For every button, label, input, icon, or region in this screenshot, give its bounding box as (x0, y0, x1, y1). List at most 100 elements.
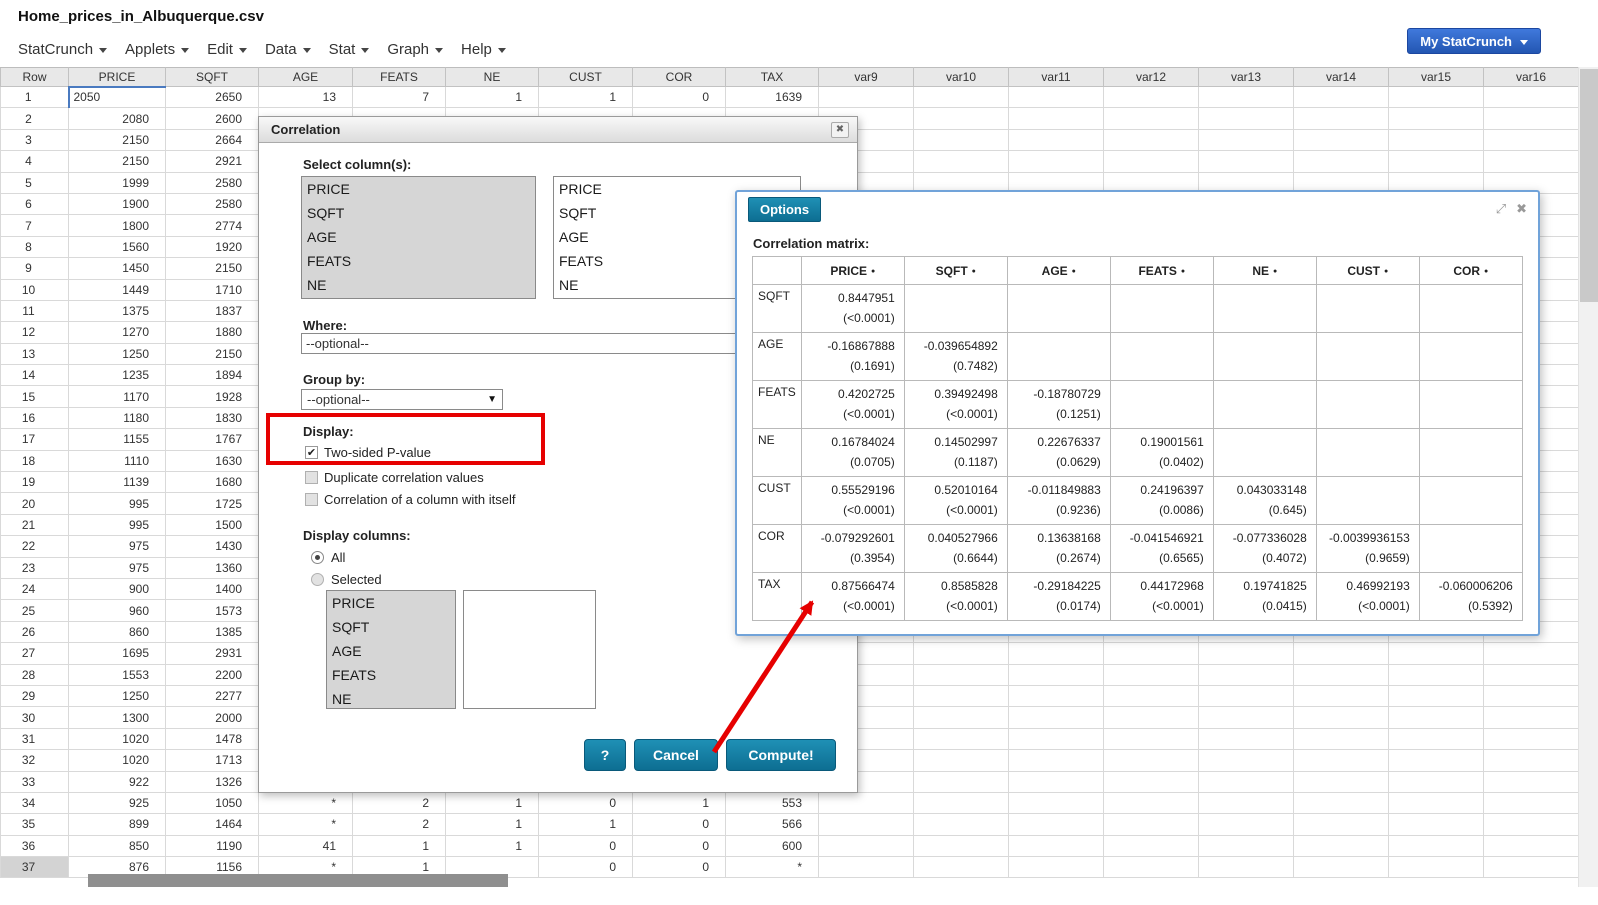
display-option[interactable]: ✔Two-sided P-value (305, 444, 431, 460)
sheet-cell[interactable] (1009, 857, 1104, 878)
column-header-row[interactable]: Row (1, 68, 69, 87)
sheet-cell[interactable] (1104, 707, 1199, 728)
sheet-cell[interactable] (1389, 792, 1484, 813)
sheet-cell[interactable]: 1 (446, 792, 539, 813)
sheet-cell[interactable] (1104, 814, 1199, 835)
checkbox-unchecked-icon[interactable] (305, 493, 318, 506)
sheet-cell[interactable]: 1270 (69, 322, 166, 343)
sheet-cell[interactable] (1009, 87, 1104, 108)
sheet-cell[interactable] (914, 108, 1009, 129)
column-header-var13[interactable]: var13 (1199, 68, 1294, 87)
sheet-cell[interactable]: 1 (353, 835, 446, 856)
sheet-cell[interactable]: 2150 (69, 151, 166, 172)
sheet-cell[interactable] (1009, 707, 1104, 728)
sheet-cell[interactable] (819, 87, 914, 108)
sheet-cell[interactable]: 1920 (166, 236, 259, 257)
sheet-cell[interactable] (1389, 814, 1484, 835)
row-number[interactable]: 27 (1, 643, 69, 664)
display-columns-radio-all[interactable]: All (311, 550, 345, 565)
sheet-cell[interactable]: 553 (726, 792, 819, 813)
row-number[interactable]: 16 (1, 407, 69, 428)
sheet-cell[interactable]: 1553 (69, 664, 166, 685)
sheet-cell[interactable] (1009, 728, 1104, 749)
sheet-cell[interactable] (1009, 792, 1104, 813)
sheet-cell[interactable]: 860 (69, 621, 166, 642)
sheet-cell[interactable] (1199, 129, 1294, 150)
sheet-cell[interactable]: 2200 (166, 664, 259, 685)
my-statcrunch-button[interactable]: My StatCrunch (1407, 28, 1541, 54)
sheet-cell[interactable]: 1894 (166, 365, 259, 386)
list-item-feats[interactable]: FEATS (302, 249, 535, 273)
sheet-cell[interactable] (1199, 643, 1294, 664)
sheet-cell[interactable] (914, 728, 1009, 749)
help-button[interactable]: ? (584, 739, 626, 771)
row-number[interactable]: 26 (1, 621, 69, 642)
group-by-select[interactable]: --optional-- ▼ (301, 389, 503, 410)
sheet-cell[interactable]: 566 (726, 814, 819, 835)
sheet-cell[interactable]: 2921 (166, 151, 259, 172)
list-item-ne[interactable]: NE (302, 273, 535, 297)
sheet-cell[interactable]: 1400 (166, 578, 259, 599)
sheet-cell[interactable] (1104, 750, 1199, 771)
row-number[interactable]: 35 (1, 814, 69, 835)
display-columns-listbox[interactable]: PRICESQFTAGEFEATSNE (326, 590, 456, 709)
sheet-cell[interactable]: 600 (726, 835, 819, 856)
sheet-cell[interactable] (1104, 728, 1199, 749)
sheet-cell[interactable]: 2 (353, 792, 446, 813)
sheet-cell[interactable]: 1725 (166, 493, 259, 514)
sheet-cell[interactable]: 1639 (726, 87, 819, 108)
sheet-cell[interactable]: 975 (69, 536, 166, 557)
sheet-cell[interactable] (1199, 857, 1294, 878)
sheet-cell[interactable]: 1478 (166, 728, 259, 749)
sheet-cell[interactable]: 7 (353, 87, 446, 108)
sheet-cell[interactable]: 0 (633, 87, 726, 108)
sheet-cell[interactable] (1484, 664, 1579, 685)
sheet-cell[interactable] (1389, 728, 1484, 749)
column-header-ne[interactable]: NE (446, 68, 539, 87)
sheet-cell[interactable] (1294, 151, 1389, 172)
sheet-cell[interactable]: 2600 (166, 108, 259, 129)
sheet-cell[interactable] (1104, 151, 1199, 172)
sheet-cell[interactable] (1294, 835, 1389, 856)
sheet-cell[interactable] (1199, 728, 1294, 749)
sheet-cell[interactable] (1484, 129, 1579, 150)
row-number[interactable]: 17 (1, 429, 69, 450)
sheet-cell[interactable]: 2000 (166, 707, 259, 728)
sheet-cell[interactable]: 2080 (69, 108, 166, 129)
row-number[interactable]: 13 (1, 343, 69, 364)
radio-unselected-icon[interactable] (311, 573, 324, 586)
sheet-cell[interactable]: 1300 (69, 707, 166, 728)
row-number[interactable]: 14 (1, 365, 69, 386)
row-number[interactable]: 10 (1, 279, 69, 300)
sheet-cell[interactable] (1009, 835, 1104, 856)
sheet-cell[interactable]: 1710 (166, 279, 259, 300)
row-number[interactable]: 33 (1, 771, 69, 792)
sheet-cell[interactable]: 922 (69, 771, 166, 792)
active-cell[interactable]: 2050 (69, 87, 166, 108)
sheet-cell[interactable]: 1999 (69, 172, 166, 193)
sheet-cell[interactable]: 0 (539, 792, 633, 813)
column-header-var10[interactable]: var10 (914, 68, 1009, 87)
sheet-cell[interactable]: 995 (69, 493, 166, 514)
sheet-cell[interactable] (1484, 151, 1579, 172)
sheet-cell[interactable]: 2580 (166, 193, 259, 214)
row-number[interactable]: 32 (1, 750, 69, 771)
sheet-cell[interactable] (1294, 643, 1389, 664)
column-header-cor[interactable]: COR (633, 68, 726, 87)
sheet-cell[interactable]: 2931 (166, 643, 259, 664)
sheet-cell[interactable]: 1560 (69, 236, 166, 257)
sheet-cell[interactable] (1104, 87, 1199, 108)
sheet-cell[interactable] (1104, 835, 1199, 856)
sheet-cell[interactable] (1484, 771, 1579, 792)
sheet-cell[interactable] (819, 835, 914, 856)
horizontal-scrollbar-thumb[interactable] (88, 874, 508, 887)
row-number[interactable]: 5 (1, 172, 69, 193)
checkbox-checked-icon[interactable]: ✔ (305, 446, 318, 459)
sheet-cell[interactable] (1294, 685, 1389, 706)
row-number[interactable]: 22 (1, 536, 69, 557)
menu-stat[interactable]: Stat (320, 36, 379, 63)
sheet-cell[interactable]: 1880 (166, 322, 259, 343)
sheet-cell[interactable] (1294, 857, 1389, 878)
popout-icon[interactable]: ⤢ (1496, 201, 1506, 217)
sheet-cell[interactable]: 1680 (166, 472, 259, 493)
